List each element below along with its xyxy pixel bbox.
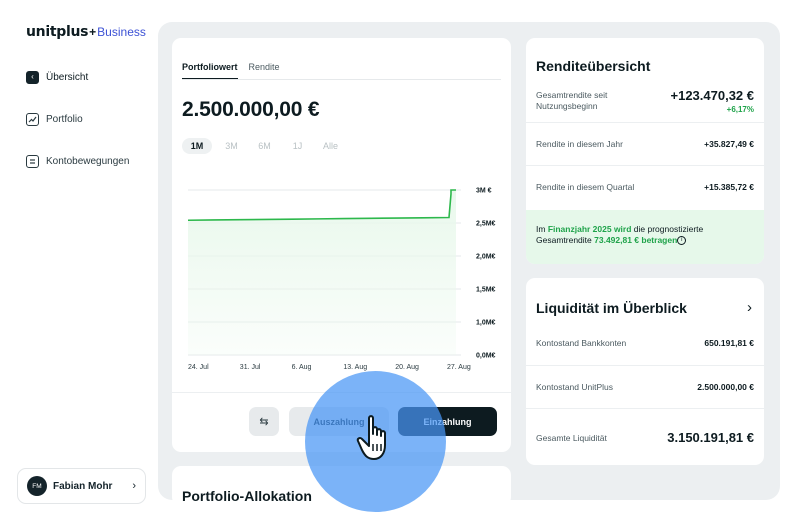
y-tick-label: 2,5M€ [476,221,496,228]
brand-mark: + [89,25,97,39]
overview-icon: ‹ [26,70,39,84]
returns-row-quarter: Rendite in diesem Quartal +15.385,72 € [526,166,764,210]
range-6m[interactable]: 6M [248,138,281,154]
range-3m[interactable]: 3M [215,138,248,154]
returns-row-year: Rendite in diesem Jahr +35.827,49 € [526,123,764,166]
info-icon[interactable]: i [677,236,687,246]
returns-percent: +6,17% [726,105,754,114]
liquidity-value: 650.191,81 € [704,338,754,348]
y-tick-label: 1,0M€ [476,320,496,327]
user-menu[interactable]: FM Fabian Mohr › [17,468,146,504]
forecast-highlight: Finanzjahr 2025 wird [547,224,632,234]
series-area [188,190,456,355]
returns-label: Rendite in diesem Jahr [536,139,623,149]
brand-suffix: Business [97,25,146,39]
liquidity-label: Gesamte Liquidität [536,433,607,443]
liquidity-card: Liquidität im Überblick › Kontostand Ban… [526,278,764,465]
brand-logo[interactable]: unitplus + Business [26,24,146,40]
tab-portfoliowert[interactable]: Portfoliowert [182,62,238,79]
x-tick-label: 13. Aug [343,364,367,371]
forecast-highlight: 73.492,81 € betragen [594,235,678,245]
forecast-text: Im [536,224,548,234]
returns-value: +15.385,72 € [704,182,754,192]
liquidity-row-total: Gesamte Liquidität 3.150.191,81 € [526,409,764,465]
y-tick-label: 2,0M€ [476,254,496,261]
x-tick-label: 24. Jul [188,364,209,371]
y-tick-label: 3M € [476,188,492,195]
sidebar-item-portfolio[interactable]: Portfolio [26,110,151,128]
liquidity-label: Kontostand UnitPlus [536,382,614,392]
brand-name: unitplus [26,24,89,40]
sidebar-item-label: Übersicht [46,71,89,83]
returns-value: +35.827,49 € [704,139,754,149]
x-tick-label: 20. Aug [395,364,419,371]
returns-label: Gesamtrendite seit Nutzungsbeginn [536,90,608,111]
range-1j[interactable]: 1J [281,138,314,154]
portfolio-value: 2.500.000,00 € [182,98,320,121]
chevron-right-icon[interactable]: › [747,299,752,316]
range-alle[interactable]: Alle [314,138,347,154]
x-tick-label: 27. Aug [447,364,471,371]
portfolio-tabs: Portfoliowert Rendite [182,62,501,80]
y-tick-label: 0,0M€ [476,353,496,360]
liquidity-row-bank: Kontostand Bankkonten 650.191,81 € [526,322,764,366]
sidebar-item-overview[interactable]: ‹ Übersicht [26,68,151,86]
swap-arrows-icon: ⇆ [259,416,269,428]
time-range-selector: 1M 3M 6M 1J Alle [182,138,347,154]
liquidity-title: Liquidität im Überblick [536,300,687,316]
avatar: FM [27,476,47,496]
sidebar-nav: ‹ Übersicht Portfolio Kontobewegungen [26,68,151,194]
range-1m[interactable]: 1M [182,138,212,154]
transfer-button[interactable]: ⇆ [249,407,279,436]
chart-trend-icon [26,112,39,126]
forecast-note: Im Finanzjahr 2025 wird die prognostizie… [526,210,764,264]
series-line [187,189,456,222]
returns-label: Rendite in diesem Quartal [536,182,635,192]
y-tick-label: 1,5M€ [476,287,496,294]
sidebar-item-transactions[interactable]: Kontobewegungen [26,152,151,170]
tab-rendite[interactable]: Rendite [249,62,280,79]
sidebar-item-label: Kontobewegungen [46,155,130,167]
hand-pointer-icon [356,415,386,460]
x-tick-label: 6. Aug [292,364,312,371]
returns-value: +123.470,32 € [670,88,755,103]
sidebar-item-label: Portfolio [46,113,83,125]
transactions-icon [26,154,39,168]
allocation-title: Portfolio-Allokation [182,488,312,504]
liquidity-row-unitplus: Kontostand UnitPlus 2.500.000,00 € [526,366,764,409]
returns-title: Renditeübersicht [536,58,651,74]
chevron-right-icon: › [132,480,136,492]
x-tick-label: 31. Jul [240,364,261,371]
sidebar: unitplus + Business ‹ Übersicht Portfoli… [0,0,158,515]
liquidity-total-value: 3.150.191,81 € [667,430,754,445]
user-name: Fabian Mohr [53,480,113,492]
returns-card: Renditeübersicht Gesamtrendite seit Nutz… [526,38,764,264]
liquidity-label: Kontostand Bankkonten [536,338,627,348]
returns-row-total: Gesamtrendite seit Nutzungsbeginn +123.4… [526,82,764,123]
liquidity-value: 2.500.000,00 € [697,382,754,392]
